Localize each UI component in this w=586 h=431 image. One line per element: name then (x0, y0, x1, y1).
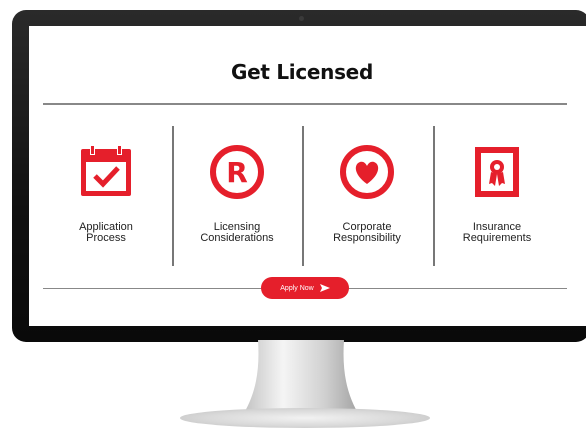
monitor-mockup: Get Licensed Application Process R Licen… (0, 0, 586, 431)
webcam-dot (299, 16, 304, 21)
item-label: Insurance Requirements (462, 221, 532, 244)
page-title: Get Licensed (231, 60, 373, 84)
top-divider (43, 103, 567, 105)
monitor-stand-base (180, 408, 430, 428)
item-label: Application Process (79, 221, 133, 244)
apply-now-button[interactable]: Apply Now (261, 277, 349, 299)
item-label: Licensing Considerations (200, 221, 274, 244)
monitor-screen: Get Licensed Application Process R Licen… (29, 26, 586, 326)
item-application-process[interactable]: Application Process (41, 144, 171, 244)
heart-icon (339, 144, 395, 200)
item-corporate-responsibility[interactable]: Corporate Responsibility (302, 144, 432, 244)
send-arrow-icon (319, 284, 330, 292)
apply-now-label: Apply Now (280, 284, 314, 292)
registered-trademark-icon: R (209, 144, 265, 200)
item-licensing-considerations[interactable]: R Licensing Considerations (172, 144, 302, 244)
item-label: Corporate Responsibility (333, 221, 401, 244)
svg-text:R: R (226, 156, 248, 189)
item-insurance-requirements[interactable]: Insurance Requirements (432, 144, 562, 244)
certificate-icon (469, 144, 525, 200)
calendar-check-icon (78, 144, 134, 200)
